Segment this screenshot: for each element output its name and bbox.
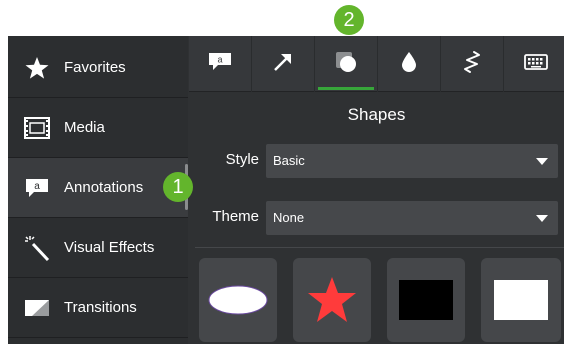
sidebar-item-label: Media: [64, 119, 105, 136]
svg-text:a: a: [217, 54, 222, 64]
sidebar-item-visual-effects[interactable]: Visual Effects: [8, 218, 188, 278]
star-shape: [308, 277, 356, 322]
speech-bubble-icon: a: [22, 176, 52, 200]
tab-blur-highlight[interactable]: [378, 36, 441, 92]
sidebar-item-transitions[interactable]: Transitions: [8, 278, 188, 338]
chevron-down-icon: [536, 215, 548, 222]
divider: [195, 247, 564, 248]
theme-dropdown-value: None: [273, 210, 305, 225]
tab-shapes[interactable]: [315, 36, 378, 92]
transition-icon: [22, 296, 52, 320]
style-dropdown[interactable]: Basic: [266, 144, 558, 178]
black-rectangle-shape: [399, 280, 453, 320]
sidebar: Favorites Media a Annotations Visual Eff…: [8, 36, 188, 344]
sidebar-item-annotations[interactable]: a Annotations: [8, 158, 188, 218]
sidebar-item-favorites[interactable]: Favorites: [8, 38, 188, 98]
sidebar-item-media[interactable]: Media: [8, 98, 188, 158]
white-rectangle-shape: [494, 280, 548, 320]
step-callout-badge: 2: [334, 5, 364, 35]
ellipse-shape: [208, 285, 268, 315]
film-strip-icon: [22, 116, 52, 140]
annotations-panel: a Shapes Style Basic Theme None: [189, 36, 564, 344]
keyboard-icon: [523, 53, 548, 75]
tab-arrows[interactable]: [252, 36, 315, 92]
shape-tile-white-rectangle[interactable]: [481, 258, 561, 342]
shape-tile-black-rectangle[interactable]: [387, 258, 465, 342]
magic-wand-icon: [22, 236, 52, 261]
theme-label: Theme: [212, 208, 259, 225]
chevron-down-icon: [536, 158, 548, 165]
callout-icon: a: [208, 52, 232, 77]
shape-icon: [335, 51, 357, 78]
sidebar-item-label: Favorites: [64, 59, 126, 76]
theme-dropdown[interactable]: None: [266, 201, 558, 235]
sketch-motion-icon: [462, 50, 482, 79]
svg-text:a: a: [34, 181, 40, 192]
tab-sketch-motion[interactable]: [441, 36, 504, 92]
star-icon: [22, 56, 52, 80]
app-window: Favorites Media a Annotations Visual Eff…: [8, 36, 564, 344]
style-dropdown-value: Basic: [273, 153, 305, 168]
shape-tile-ellipse[interactable]: [199, 258, 277, 342]
panel-title: Shapes: [347, 105, 406, 124]
sidebar-item-label: Transitions: [64, 299, 137, 316]
tab-callouts[interactable]: a: [189, 36, 252, 92]
tab-keystroke[interactable]: [504, 36, 564, 92]
style-label: Style: [225, 151, 259, 168]
step-callout-badge: 1: [163, 172, 193, 202]
sidebar-item-label: Visual Effects: [64, 239, 155, 256]
shape-tile-star[interactable]: [293, 258, 371, 342]
blur-drop-icon: [401, 51, 417, 78]
arrow-icon: [272, 51, 294, 78]
sidebar-item-label: Annotations: [64, 179, 144, 196]
annotation-type-tabs: a: [189, 36, 564, 92]
